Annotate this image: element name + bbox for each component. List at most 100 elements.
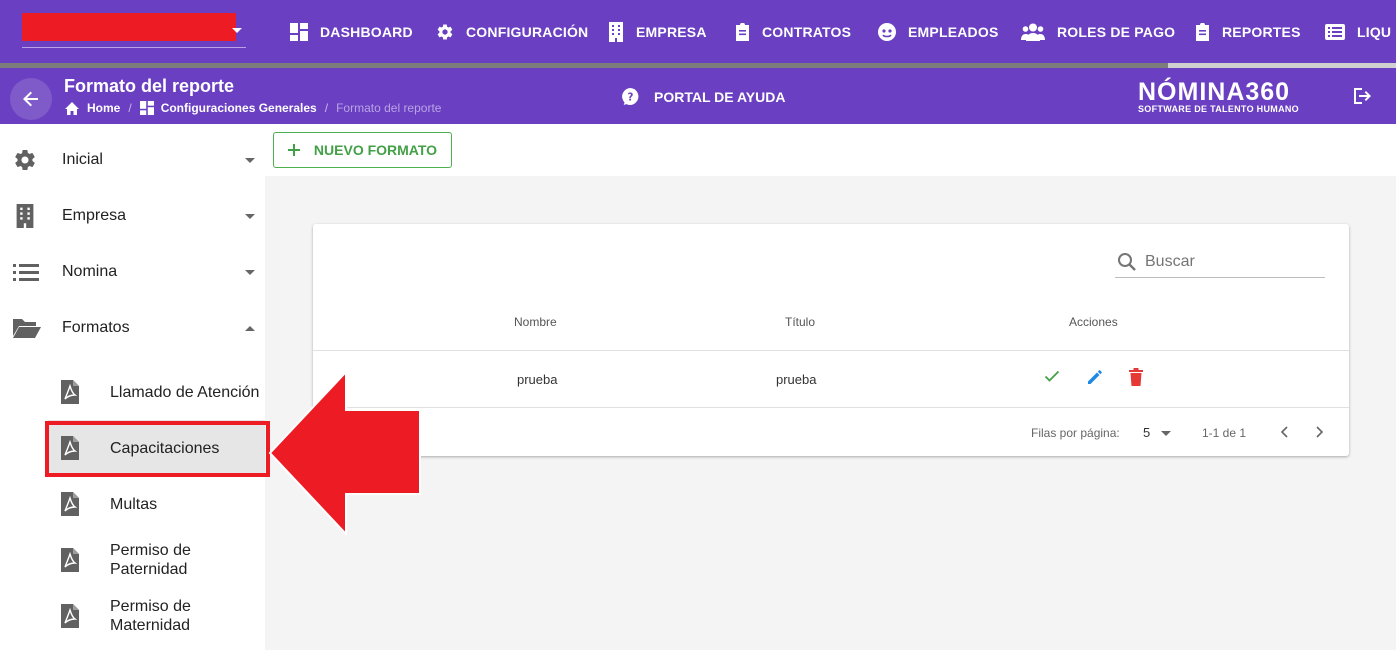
breadcrumb-home-label: Home	[87, 101, 121, 115]
chevron-right-icon	[1316, 426, 1324, 438]
gear-icon	[437, 24, 453, 40]
breadcrumb: Home / Configuraciones Generales / Forma…	[64, 101, 441, 115]
dashboard-icon	[139, 101, 154, 115]
nav-empresa[interactable]: EMPRESA	[608, 0, 707, 64]
column-header-titulo[interactable]: Título	[785, 315, 815, 329]
sidebar-subitem-label: Permiso de Maternidad	[110, 598, 191, 634]
formats-table-card: Nombre Título Acciones prueba prueba Fil…	[313, 224, 1349, 456]
svg-text:?: ?	[628, 92, 634, 103]
nav-dashboard[interactable]: DASHBOARD	[290, 0, 413, 64]
pdf-file-icon	[61, 492, 79, 516]
nav-configuracion[interactable]: CONFIGURACIÓN	[436, 0, 588, 64]
sidebar-item-label: Formatos	[62, 319, 130, 336]
help-portal-link[interactable]: ? PORTAL DE AYUDA	[622, 88, 785, 105]
logout-icon	[1354, 88, 1371, 104]
plus-icon	[287, 144, 300, 156]
search-input[interactable]	[1145, 252, 1315, 271]
redacted-company-selector[interactable]	[22, 13, 236, 41]
sidebar-subitem-multas[interactable]: Multas	[48, 476, 265, 532]
nav-liquidaciones[interactable]: LIQU	[1325, 0, 1391, 64]
column-header-nombre[interactable]: Nombre	[514, 315, 557, 329]
pdf-file-icon	[61, 380, 79, 404]
header-divider	[313, 350, 1349, 351]
nav-configuracion-label: CONFIGURACIÓN	[466, 24, 589, 40]
chevron-left-icon	[1280, 426, 1288, 438]
previous-page-button[interactable]	[1277, 424, 1293, 444]
rows-per-page-select[interactable]: 5	[1143, 425, 1150, 440]
breadcrumb-configuraciones[interactable]: Configuraciones Generales	[139, 101, 317, 115]
new-format-button[interactable]: NUEVO FORMATO	[273, 132, 452, 168]
rows-per-page-label: Filas por página:	[1031, 426, 1120, 440]
help-icon: ?	[622, 88, 639, 105]
clipboard-icon	[1196, 23, 1209, 41]
nav-reportes[interactable]: REPORTES	[1195, 0, 1301, 64]
search-icon	[1118, 252, 1136, 271]
page-header-bar: Formato del reporte Home / Configuracion…	[0, 68, 1396, 124]
people-face-icon	[878, 23, 896, 41]
help-portal-label: PORTAL DE AYUDA	[654, 88, 786, 105]
chevron-down-icon	[232, 28, 242, 33]
nav-liquidaciones-label: LIQU	[1357, 24, 1392, 40]
search-field[interactable]	[1115, 246, 1325, 278]
nomina360-logo: NÓMINA360 SOFTWARE DE TALENTO HUMANO	[1138, 78, 1299, 115]
nav-dashboard-label: DASHBOARD	[320, 24, 413, 40]
next-page-button[interactable]	[1311, 424, 1327, 444]
activate-button[interactable]	[1044, 368, 1060, 388]
annotation-arrow-icon	[268, 370, 421, 536]
trash-icon	[1129, 368, 1143, 386]
sidebar-subitem-label: Permiso de Paternidad	[110, 542, 191, 578]
company-selector-underline	[22, 47, 246, 48]
home-icon	[65, 101, 79, 115]
nav-roles-de-pago[interactable]: ROLES DE PAGO	[1021, 0, 1175, 64]
sidebar-subitem-label: Multas	[110, 495, 158, 513]
page-title: Formato del reporte	[64, 76, 235, 96]
nav-empleados[interactable]: EMPLEADOS	[878, 0, 998, 64]
breadcrumb-separator: /	[128, 101, 132, 115]
nav-empleados-label: EMPLEADOS	[908, 24, 999, 40]
list-icon	[1325, 24, 1345, 40]
chevron-down-icon	[245, 270, 255, 275]
sidebar-subitem-llamado-de-atencion[interactable]: Llamado de Atención	[48, 364, 265, 420]
gear-icon	[15, 150, 35, 171]
logout-button[interactable]	[1353, 87, 1373, 109]
new-format-label: NUEVO FORMATO	[313, 142, 438, 158]
logo-sub-text: SOFTWARE DE TALENTO HUMANO	[1138, 104, 1299, 114]
breadcrumb-home[interactable]: Home	[64, 101, 120, 115]
sidebar-item-label: Inicial	[62, 151, 103, 168]
dashboard-icon	[290, 23, 308, 41]
folder-open-icon	[13, 319, 41, 338]
pagination-range: 1-1 de 1	[1202, 426, 1247, 440]
column-header-acciones: Acciones	[1069, 315, 1118, 329]
edit-button[interactable]	[1086, 368, 1104, 390]
users-group-icon	[1021, 23, 1045, 41]
sidebar: Inicial Empresa Nomina Formatos Llamado …	[0, 124, 265, 650]
sidebar-item-formatos[interactable]: Formatos	[0, 300, 265, 356]
breadcrumb-current: Formato del reporte	[336, 101, 442, 115]
arrow-left-icon	[23, 91, 38, 107]
building-icon	[16, 204, 34, 228]
sidebar-subitem-permiso-de-maternidad[interactable]: Permiso de Maternidad	[48, 588, 265, 644]
logo-main-text: NÓMINA360	[1138, 78, 1291, 106]
sidebar-item-label: Nomina	[62, 263, 118, 280]
delete-button[interactable]	[1128, 368, 1144, 390]
sidebar-item-nomina[interactable]: Nomina	[0, 244, 265, 300]
clipboard-icon	[736, 23, 749, 41]
sidebar-subitem-permiso-de-paternidad[interactable]: Permiso de Paternidad	[48, 532, 265, 588]
top-navigation-bar: DASHBOARD CONFIGURACIÓN EMPRESA CONTRATO…	[0, 0, 1396, 64]
list-icon	[13, 264, 39, 281]
row-divider	[313, 407, 1349, 408]
sidebar-item-empresa[interactable]: Empresa	[0, 188, 265, 244]
chevron-down-icon	[245, 214, 255, 219]
nav-contratos-label: CONTRATOS	[762, 24, 852, 40]
back-button[interactable]	[10, 78, 52, 120]
nav-reportes-label: REPORTES	[1222, 24, 1301, 40]
sidebar-item-label: Empresa	[62, 207, 127, 224]
nav-contratos[interactable]: CONTRATOS	[735, 0, 851, 64]
chevron-down-icon	[245, 158, 255, 163]
chevron-up-icon	[245, 326, 255, 331]
pdf-file-icon	[61, 548, 79, 572]
nav-roles-de-pago-label: ROLES DE PAGO	[1057, 24, 1176, 40]
cell-nombre: prueba	[517, 372, 558, 387]
check-icon	[1044, 370, 1060, 382]
sidebar-item-inicial[interactable]: Inicial	[0, 132, 265, 188]
